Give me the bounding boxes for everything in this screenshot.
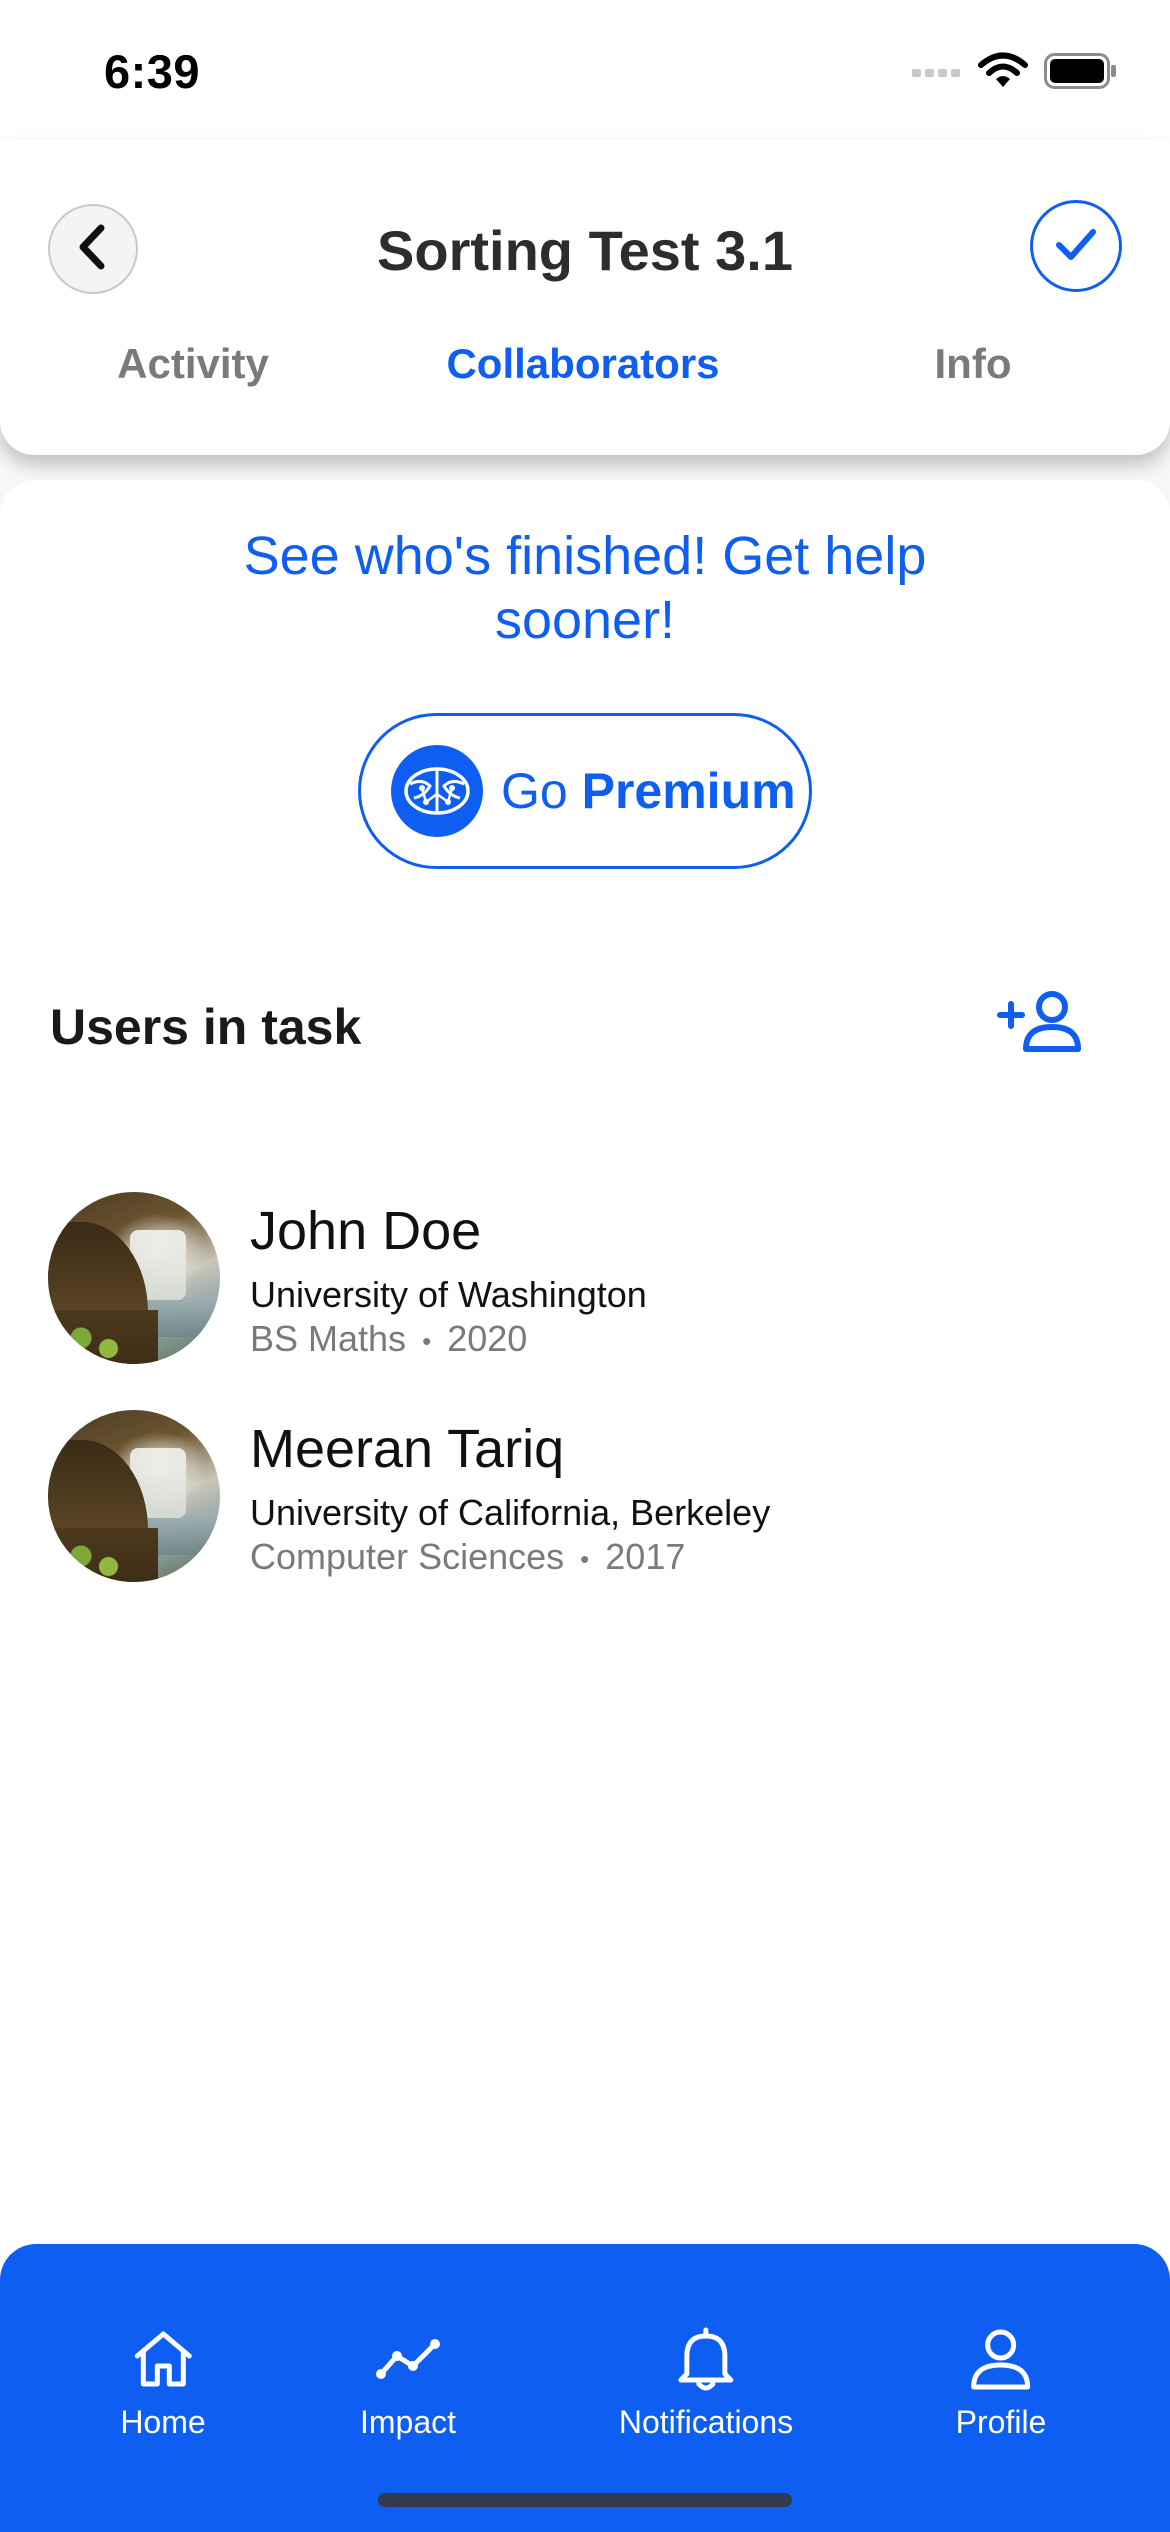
user-name: John Doe	[250, 1201, 482, 1261]
person-icon	[966, 2324, 1036, 2394]
bottom-nav: Home Impact Notifications Profile	[0, 2244, 1170, 2532]
user-program: Computer Sciences	[250, 1536, 565, 1577]
home-icon	[128, 2324, 198, 2394]
status-bar: 6:39	[0, 0, 1170, 140]
go-premium-prefix: Go	[501, 763, 568, 819]
go-premium-label: Go Premium	[501, 762, 796, 820]
go-premium-emphasis: Premium	[581, 763, 796, 819]
user-detail: BS Maths • 2020	[250, 1318, 527, 1360]
avatar	[48, 1410, 220, 1582]
page-title: Sorting Test 3.1	[377, 219, 793, 282]
user-detail: Computer Sciences • 2017	[250, 1536, 685, 1578]
list-item[interactable]: John Doe University of Washington BS Mat…	[48, 1192, 1128, 1368]
nav-home-label: Home	[120, 2404, 206, 2440]
tab-info[interactable]: Info	[935, 340, 1012, 388]
user-school: University of Washington	[250, 1274, 647, 1315]
status-icons	[912, 52, 1118, 95]
header-card: Sorting Test 3.1 Activity Collaborators …	[0, 140, 1170, 455]
nav-profile[interactable]: Profile	[955, 2324, 1047, 2441]
wifi-icon	[978, 52, 1028, 95]
nav-notifications-label: Notifications	[618, 2404, 794, 2440]
add-user-icon	[996, 989, 1088, 1060]
user-program: BS Maths	[250, 1318, 407, 1359]
trend-line-icon	[373, 2324, 443, 2394]
nav-notifications[interactable]: Notifications	[619, 2324, 793, 2441]
list-item[interactable]: Meeran Tariq University of California, B…	[48, 1410, 1128, 1586]
go-premium-button[interactable]: Go Premium	[358, 713, 812, 869]
nav-profile-label: Profile	[955, 2404, 1047, 2440]
signal-icon	[912, 63, 962, 84]
content-sheet: See who's finished! Get help sooner! Go	[0, 480, 1170, 2280]
nav-impact[interactable]: Impact	[360, 2324, 456, 2441]
users-section-title: Users in task	[50, 999, 362, 1055]
user-school: University of California, Berkeley	[250, 1492, 771, 1533]
bell-icon	[671, 2324, 741, 2394]
collaborators-screen: 6:39 Sorting Test 3.1 Activity Collabora…	[0, 0, 1170, 2532]
nav-impact-label: Impact	[359, 2404, 457, 2440]
done-button[interactable]	[1030, 200, 1122, 292]
avatar	[48, 1192, 220, 1364]
nav-home[interactable]: Home	[120, 2324, 206, 2441]
add-user-button[interactable]	[994, 988, 1090, 1060]
detail-separator: •	[422, 1325, 432, 1356]
checkmark-icon	[1053, 224, 1099, 269]
detail-separator: •	[580, 1543, 590, 1574]
battery-icon	[1044, 53, 1118, 94]
brain-icon	[391, 745, 483, 837]
user-year: 2020	[447, 1318, 528, 1359]
status-time: 6:39	[104, 45, 201, 98]
user-name: Meeran Tariq	[250, 1419, 565, 1479]
user-year: 2017	[605, 1536, 686, 1577]
promo-text: See who's finished! Get help sooner!	[243, 526, 927, 650]
tab-bar: Activity Collaborators Info	[0, 340, 1170, 410]
tab-collaborators[interactable]: Collaborators	[446, 340, 719, 388]
home-indicator	[378, 2493, 792, 2507]
tab-activity[interactable]: Activity	[117, 340, 269, 388]
